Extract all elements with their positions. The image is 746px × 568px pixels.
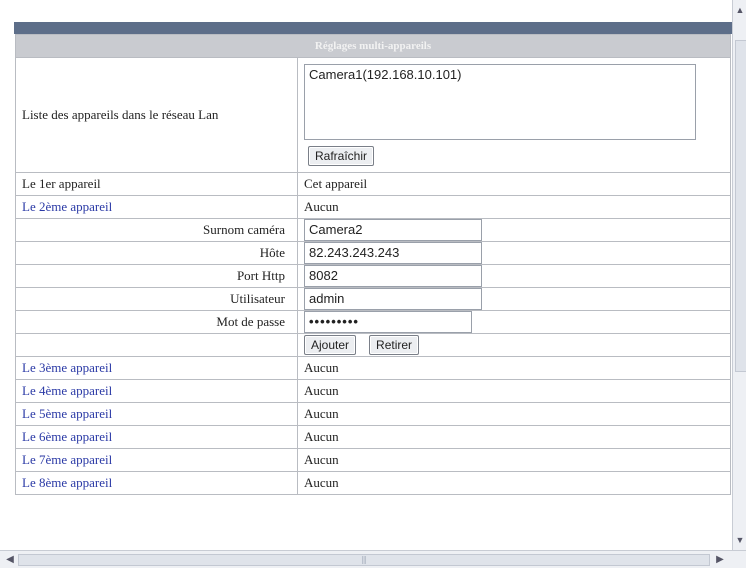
nickname-label: Surnom caméra [15, 218, 298, 242]
actions-spacer [15, 333, 298, 357]
password-label: Mot de passe [15, 310, 298, 334]
device-2-value: Aucun [297, 195, 731, 219]
scroll-left-arrow-icon[interactable]: ◀ [2, 551, 18, 568]
device-2-link[interactable]: Le 2ème appareil [15, 195, 298, 219]
port-input[interactable]: 8082 [304, 265, 482, 287]
password-input[interactable]: ••••••••• [304, 311, 472, 333]
add-button[interactable]: Ajouter [304, 335, 357, 355]
vertical-scrollbar[interactable]: ▲ ▼ [732, 0, 746, 550]
device-7-value: Aucun [297, 448, 731, 472]
vertical-scroll-thumb[interactable] [735, 40, 746, 372]
device-row-8: Le 8ème appareil Aucun [15, 471, 731, 495]
lan-cell: Camera1(192.168.10.101) Rafraîchir [297, 57, 731, 173]
device-row-5: Le 5ème appareil Aucun [15, 402, 731, 426]
lan-device-list[interactable]: Camera1(192.168.10.101) [304, 64, 696, 140]
device-4-link[interactable]: Le 4ème appareil [15, 379, 298, 403]
actions-row: Ajouter Retirer [15, 333, 731, 357]
horizontal-scroll-thumb[interactable]: ||| [18, 554, 710, 566]
device-row-2: Le 2ème appareil Aucun [15, 195, 731, 219]
multi-device-panel: Réglages multi-appareils Liste des appar… [14, 34, 732, 549]
lan-row: Liste des appareils dans le réseau Lan C… [15, 57, 731, 173]
host-input[interactable]: 82.243.243.243 [304, 242, 482, 264]
device-1-label: Le 1er appareil [15, 172, 298, 196]
nickname-input[interactable]: Camera2 [304, 219, 482, 241]
scroll-right-arrow-icon[interactable]: ▶ [712, 551, 728, 568]
host-label: Hôte [15, 241, 298, 265]
port-label: Port Http [15, 264, 298, 288]
refresh-button[interactable]: Rafraîchir [308, 146, 375, 166]
device-5-link[interactable]: Le 5ème appareil [15, 402, 298, 426]
port-row: Port Http 8082 [15, 264, 731, 288]
device-row-6: Le 6ème appareil Aucun [15, 425, 731, 449]
device-6-link[interactable]: Le 6ème appareil [15, 425, 298, 449]
settings-table: Réglages multi-appareils Liste des appar… [15, 34, 731, 495]
panel-title-row: Réglages multi-appareils [15, 34, 731, 58]
device-8-link[interactable]: Le 8ème appareil [15, 471, 298, 495]
panel-title: Réglages multi-appareils [15, 34, 731, 58]
device-row-3: Le 3ème appareil Aucun [15, 356, 731, 380]
scroll-down-arrow-icon[interactable]: ▼ [733, 532, 746, 548]
host-row: Hôte 82.243.243.243 [15, 241, 731, 265]
device-3-link[interactable]: Le 3ème appareil [15, 356, 298, 380]
device-4-value: Aucun [297, 379, 731, 403]
user-input[interactable]: admin [304, 288, 482, 310]
device-6-value: Aucun [297, 425, 731, 449]
horizontal-scrollbar[interactable]: ◀ ||| ▶ [0, 550, 746, 568]
lan-device-item[interactable]: Camera1(192.168.10.101) [309, 67, 691, 82]
user-row: Utilisateur admin [15, 287, 731, 311]
remove-button[interactable]: Retirer [369, 335, 420, 355]
nickname-row: Surnom caméra Camera2 [15, 218, 731, 242]
window-top [0, 0, 746, 22]
device-row-1: Le 1er appareil Cet appareil [15, 172, 731, 196]
device-row-7: Le 7ème appareil Aucun [15, 448, 731, 472]
header-strip [14, 22, 732, 34]
scroll-up-arrow-icon[interactable]: ▲ [733, 2, 746, 18]
password-row: Mot de passe ••••••••• [15, 310, 731, 334]
device-3-value: Aucun [297, 356, 731, 380]
user-label: Utilisateur [15, 287, 298, 311]
device-8-value: Aucun [297, 471, 731, 495]
lan-label: Liste des appareils dans le réseau Lan [15, 57, 298, 173]
device-1-value: Cet appareil [297, 172, 731, 196]
device-5-value: Aucun [297, 402, 731, 426]
device-7-link[interactable]: Le 7ème appareil [15, 448, 298, 472]
device-row-4: Le 4ème appareil Aucun [15, 379, 731, 403]
